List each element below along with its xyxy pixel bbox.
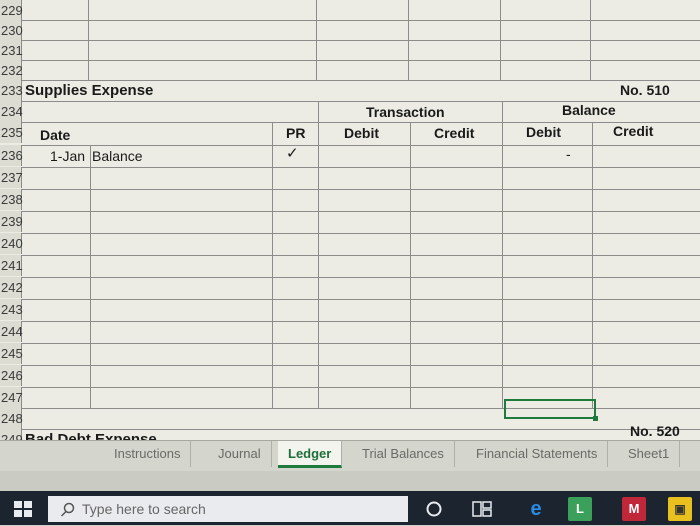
row-number[interactable]: 238	[0, 189, 23, 210]
grid-line	[22, 365, 700, 366]
spreadsheet-grid[interactable]: 229 230 231 232 233 234 235 236 237 238 …	[0, 0, 700, 450]
tab-financial-statements[interactable]: Financial Statements	[466, 441, 609, 467]
credit-header[interactable]: Credit	[434, 124, 474, 142]
window-edge	[0, 471, 700, 491]
balance-debit-header[interactable]: Debit	[526, 123, 561, 141]
entry-balance-debit[interactable]: -	[566, 145, 571, 163]
pr-header[interactable]: PR	[286, 124, 305, 142]
row-number[interactable]: 246	[0, 365, 23, 386]
grid-line	[22, 20, 700, 21]
grid-line	[22, 387, 700, 388]
sheet-tabs-bar: Instructions Journal Ledger Trial Balanc…	[0, 440, 700, 471]
grid-line	[88, 0, 89, 80]
row-number[interactable]: 231	[0, 40, 23, 61]
row-number[interactable]: 237	[0, 167, 23, 188]
checkmark-icon[interactable]: ✓	[286, 145, 299, 163]
grid-line	[90, 145, 91, 409]
tab-instructions[interactable]: Instructions	[104, 441, 192, 467]
grid-line	[502, 101, 503, 409]
tab-ledger[interactable]: Ledger	[278, 441, 343, 468]
lync-icon[interactable]: L	[568, 497, 592, 521]
windows-start-icon[interactable]	[14, 501, 32, 517]
selected-cell[interactable]	[504, 399, 598, 421]
row-number[interactable]: 248	[0, 408, 23, 429]
row-number[interactable]: 244	[0, 321, 23, 342]
row-number[interactable]: 242	[0, 277, 23, 298]
row-number[interactable]: 230	[0, 20, 23, 41]
row-number[interactable]: 229	[0, 0, 23, 21]
grid-line	[22, 233, 700, 234]
row-number[interactable]: 236	[0, 145, 23, 166]
row-number[interactable]: 243	[0, 299, 23, 320]
grid-line	[318, 101, 319, 409]
grid-line	[22, 189, 700, 190]
row-number[interactable]: 234	[0, 101, 23, 122]
grid-line	[590, 0, 591, 80]
entry-date[interactable]: 1-Jan	[50, 147, 85, 165]
grid-line	[410, 122, 411, 409]
grid-line	[22, 343, 700, 344]
tab-sheet1[interactable]: Sheet1	[618, 441, 681, 467]
grid-line	[500, 0, 501, 80]
grid-line	[22, 167, 700, 168]
grid-line	[272, 122, 273, 409]
row-number[interactable]: 233	[0, 80, 23, 101]
taskbar: Type here to search e L M ▣	[0, 491, 700, 525]
balance-credit-header[interactable]: Credit	[613, 122, 653, 140]
grid-line	[22, 40, 700, 41]
grid-line	[22, 211, 700, 212]
row-number[interactable]: 240	[0, 233, 23, 254]
row-number[interactable]: 247	[0, 387, 23, 408]
grid-line	[408, 0, 409, 80]
account-number[interactable]: No. 520	[630, 422, 680, 440]
grid-line	[22, 80, 700, 81]
balance-header[interactable]: Balance	[562, 101, 616, 119]
debit-header[interactable]: Debit	[344, 124, 379, 142]
taskbar-search-box[interactable]: Type here to search	[48, 496, 408, 522]
grid-line	[592, 122, 593, 409]
entry-description[interactable]: Balance	[92, 147, 143, 165]
app-icon[interactable]: ▣	[668, 497, 692, 521]
account-title[interactable]: Supplies Expense	[25, 82, 153, 100]
grid-line	[22, 122, 700, 123]
grid-line	[22, 255, 700, 256]
grid-line	[22, 408, 700, 409]
task-view-icon[interactable]	[470, 497, 494, 521]
row-number[interactable]: 235	[0, 122, 23, 143]
edge-browser-icon[interactable]: e	[524, 497, 548, 521]
row-number[interactable]: 232	[0, 60, 23, 81]
grid-line	[22, 145, 700, 146]
grid-line	[22, 321, 700, 322]
grid-line	[22, 299, 700, 300]
tab-journal[interactable]: Journal	[208, 441, 272, 467]
row-number[interactable]: 241	[0, 255, 23, 276]
account-number[interactable]: No. 510	[620, 81, 670, 99]
transaction-header[interactable]: Transaction	[366, 103, 445, 121]
grid-line	[22, 277, 700, 278]
mcafee-icon[interactable]: M	[622, 497, 646, 521]
grid-line	[22, 60, 700, 61]
date-header[interactable]: Date	[40, 126, 70, 144]
fill-handle[interactable]	[593, 416, 598, 421]
tab-trial-balances[interactable]: Trial Balances	[352, 441, 455, 467]
grid-line	[22, 429, 700, 430]
cortana-icon[interactable]	[422, 497, 446, 521]
row-number[interactable]: 239	[0, 211, 23, 232]
grid-line	[316, 0, 317, 80]
row-number[interactable]: 245	[0, 343, 23, 364]
search-icon	[60, 502, 75, 517]
search-placeholder: Type here to search	[82, 501, 206, 517]
